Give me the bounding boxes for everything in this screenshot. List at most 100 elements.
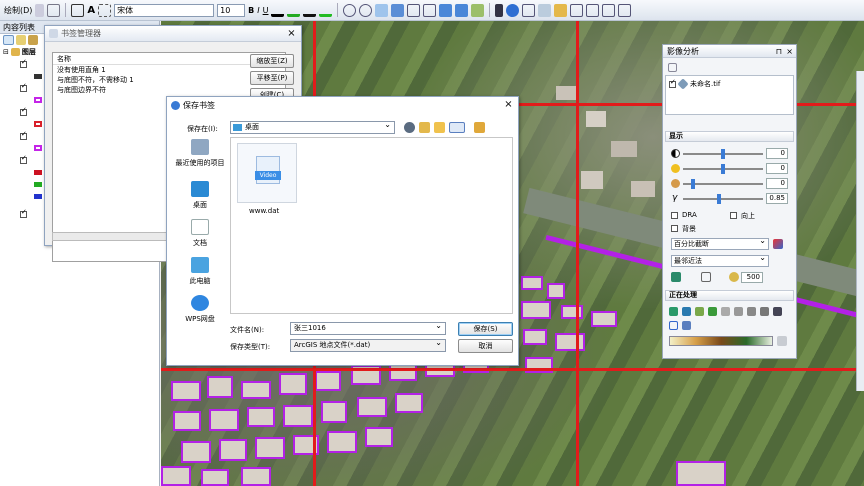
map-tips-icon[interactable] — [602, 3, 616, 17]
bookmark-manager-titlebar[interactable]: 书签管理器 × — [45, 26, 301, 42]
back-extent-icon[interactable] — [439, 3, 453, 17]
zoom-out-icon[interactable] — [359, 3, 373, 17]
function-icon[interactable] — [669, 321, 678, 330]
apply-ramp-icon[interactable] — [777, 336, 787, 346]
orthorectify-icon[interactable] — [747, 307, 756, 316]
filetype-select[interactable]: ArcGIS 地点文件(*.dat) — [290, 337, 446, 352]
list-by-drawing-order-icon[interactable] — [3, 35, 14, 45]
select-arrow-icon[interactable] — [35, 3, 45, 17]
shaded-relief-icon[interactable] — [734, 307, 743, 316]
font-size-select[interactable]: 10 — [217, 3, 246, 17]
find-icon[interactable] — [522, 3, 536, 17]
contrast-slider[interactable] — [683, 149, 763, 159]
back-icon[interactable] — [404, 122, 415, 133]
list-by-source-icon[interactable] — [16, 35, 26, 45]
histogram-icon[interactable] — [773, 239, 783, 249]
hyperlink-icon[interactable] — [554, 3, 568, 17]
pointer-icon[interactable] — [495, 3, 504, 17]
brightness-value[interactable]: 0 — [766, 163, 788, 174]
layer-checkbox[interactable] — [20, 82, 27, 92]
connect-folder-icon[interactable] — [474, 122, 485, 133]
cancel-button[interactable]: 取消 — [458, 339, 513, 353]
rectangle-icon[interactable] — [71, 3, 85, 17]
map-scrollbar[interactable] — [856, 71, 864, 391]
close-icon[interactable]: × — [786, 45, 793, 58]
fixed-zoom-out-icon[interactable] — [423, 3, 437, 17]
transparency-value[interactable]: 0 — [766, 178, 788, 189]
place-desktop[interactable]: 桌面 — [171, 181, 229, 210]
draw-menu[interactable]: 绘制(D) — [4, 5, 32, 16]
slider-knob[interactable] — [690, 179, 695, 189]
zoom-value[interactable]: 500 — [741, 272, 763, 283]
clip-icon[interactable] — [669, 307, 678, 316]
forward-extent-icon[interactable] — [455, 3, 469, 17]
pin-icon[interactable]: ⊓ — [776, 45, 782, 58]
line-color-icon[interactable] — [303, 4, 317, 17]
place-recent[interactable]: 最近使用的项目 — [171, 139, 229, 168]
up-folder-icon[interactable] — [419, 122, 430, 133]
new-folder-icon[interactable] — [434, 122, 445, 133]
full-extent-icon[interactable] — [391, 3, 405, 17]
stretch-select[interactable]: 百分比截断 — [671, 236, 769, 250]
filename-input[interactable]: 张三1016 — [290, 320, 446, 335]
save-in-select[interactable]: 桌面 — [230, 119, 395, 134]
save-button[interactable]: 保存(S) — [458, 322, 513, 336]
place-wps-cloud[interactable]: WPS网盘 — [171, 295, 229, 324]
edit-vertices-icon[interactable] — [98, 3, 112, 17]
bold-button[interactable]: B — [248, 6, 254, 15]
list-by-visibility-icon[interactable] — [28, 35, 38, 45]
hillshade-icon[interactable] — [721, 307, 730, 316]
zoom-in-icon[interactable] — [343, 3, 357, 17]
on-top-checkbox[interactable] — [730, 212, 737, 219]
mask-icon[interactable] — [682, 307, 691, 316]
html-popup-icon[interactable] — [570, 3, 584, 17]
gamma-value[interactable]: 0.85 — [766, 193, 788, 204]
layer-checkbox[interactable] — [669, 78, 676, 88]
flicker-icon[interactable] — [701, 272, 711, 282]
display-section-header[interactable]: 显示 — [665, 131, 794, 142]
layer-row[interactable]: 未命名.tif — [666, 76, 793, 92]
layer-checkbox[interactable] — [20, 208, 27, 218]
place-documents[interactable]: 文档 — [171, 219, 229, 248]
color-ramp-select[interactable] — [669, 336, 773, 346]
file-name[interactable]: www.dat — [249, 207, 279, 215]
slider-knob[interactable] — [721, 149, 725, 159]
marker-color-icon[interactable] — [319, 4, 333, 17]
save-dialog-titlebar[interactable]: 保存书签 × — [167, 97, 518, 113]
swipe-icon[interactable] — [671, 272, 681, 282]
composite-icon[interactable] — [695, 307, 704, 316]
filter-icon[interactable] — [682, 321, 691, 330]
layer-checkbox[interactable] — [20, 130, 27, 140]
options-icon[interactable] — [668, 63, 677, 72]
brightness-slider[interactable] — [683, 164, 763, 174]
measure-icon[interactable] — [538, 3, 552, 17]
slider-knob[interactable] — [717, 194, 722, 204]
identify-icon[interactable] — [506, 3, 520, 17]
layer-checkbox[interactable] — [20, 154, 27, 164]
view-menu-icon[interactable] — [449, 122, 465, 133]
fixed-zoom-in-icon[interactable] — [407, 3, 421, 17]
difference-icon[interactable] — [760, 307, 769, 316]
place-this-pc[interactable]: 此电脑 — [171, 257, 229, 286]
font-name-select[interactable]: 宋体 — [114, 3, 215, 17]
text-tool[interactable]: A — [87, 5, 95, 16]
pan-icon[interactable] — [375, 3, 389, 17]
select-features-icon[interactable] — [471, 3, 485, 17]
fill-color-icon[interactable] — [287, 4, 301, 17]
close-icon[interactable]: × — [286, 28, 297, 39]
gamma-slider[interactable] — [683, 194, 763, 204]
rotate-icon[interactable] — [47, 3, 61, 17]
dra-checkbox[interactable] — [671, 212, 678, 219]
export-icon[interactable] — [773, 307, 782, 316]
pan-to-button[interactable]: 平移至(P) — [250, 71, 294, 85]
time-slider-icon[interactable] — [586, 3, 600, 17]
contrast-value[interactable]: 0 — [766, 148, 788, 159]
underline-button[interactable]: U — [263, 6, 269, 15]
layer-checkbox[interactable] — [20, 106, 27, 116]
background-checkbox[interactable] — [671, 225, 678, 232]
zoom-to-button[interactable]: 缩放至(Z) — [250, 54, 294, 68]
image-analysis-titlebar[interactable]: 影像分析 ⊓ × — [663, 45, 796, 58]
transparency-slider[interactable] — [683, 179, 763, 189]
italic-button[interactable]: I — [257, 6, 259, 15]
collapse-icon[interactable]: ⊟ — [3, 48, 9, 56]
